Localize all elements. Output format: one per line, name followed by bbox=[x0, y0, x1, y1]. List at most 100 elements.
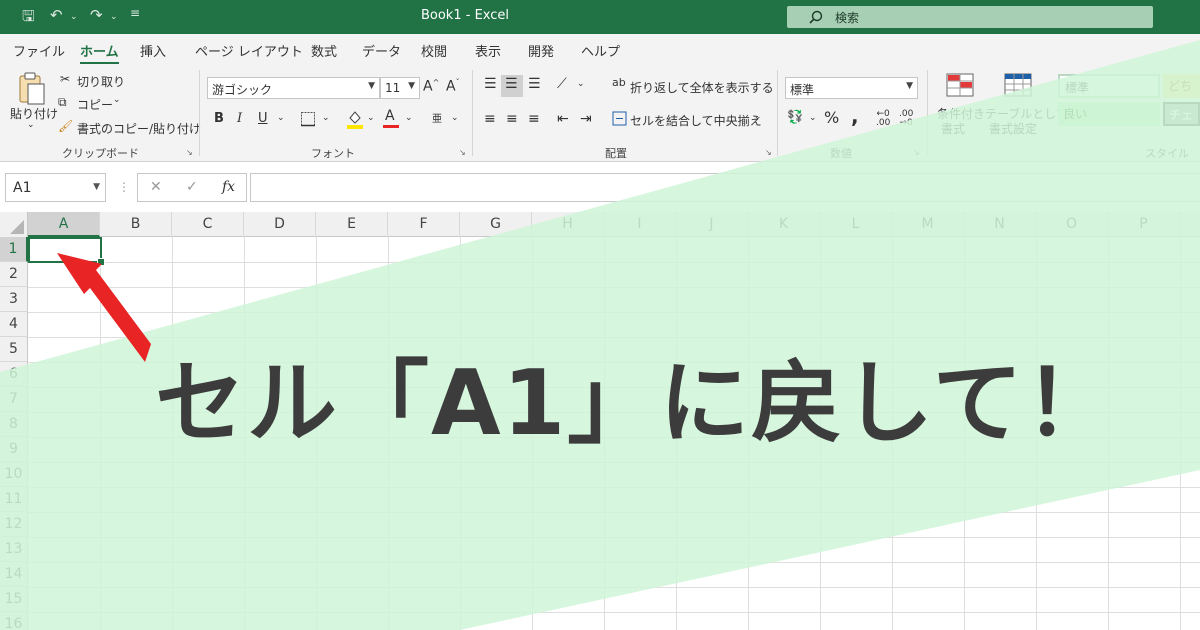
column-header-k[interactable]: K bbox=[748, 212, 820, 237]
paste-dropdown-icon[interactable]: ⌄ bbox=[27, 120, 35, 130]
decrease-indent-icon[interactable]: ⇤ bbox=[557, 111, 569, 127]
tab-file[interactable]: ファイル bbox=[13, 41, 65, 60]
align-left-icon[interactable]: ≡ bbox=[484, 111, 496, 127]
confirm-entry-button[interactable]: ✓ bbox=[186, 179, 198, 195]
fill-color-icon[interactable] bbox=[346, 109, 364, 129]
tab-review[interactable]: 校閲 bbox=[421, 41, 447, 60]
align-center-icon[interactable]: ≡ bbox=[506, 111, 518, 127]
fill-color-dropdown-icon[interactable]: ⌄ bbox=[367, 113, 375, 123]
format-painter-icon[interactable]: 🖌 bbox=[58, 119, 73, 133]
row-header-1[interactable]: 1 bbox=[0, 237, 28, 262]
font-color-dropdown-icon[interactable]: ⌄ bbox=[405, 113, 413, 123]
row-header-6[interactable]: 6 bbox=[0, 362, 28, 387]
column-header-h[interactable]: H bbox=[532, 212, 604, 237]
accounting-format-icon[interactable]: 💱 bbox=[787, 110, 803, 125]
tab-page-layout[interactable]: ページ レイアウト bbox=[195, 41, 303, 60]
clipboard-launcher-icon[interactable]: ↘ bbox=[186, 148, 193, 157]
style-neutral-cell[interactable]: どち bbox=[1163, 74, 1200, 98]
style-check-cell[interactable]: チェ bbox=[1163, 102, 1200, 126]
wrap-text-label[interactable]: 折り返して全体を表示する bbox=[630, 79, 774, 96]
style-normal-cell[interactable]: 標準 bbox=[1058, 74, 1160, 98]
percent-style-button[interactable]: % bbox=[824, 108, 839, 127]
row-header-12[interactable]: 12 bbox=[0, 512, 28, 537]
conditional-formatting-label-2[interactable]: 書式 bbox=[941, 120, 965, 137]
tab-home[interactable]: ホーム bbox=[80, 41, 119, 65]
copy-button-label[interactable]: コピー bbox=[77, 96, 113, 113]
phonetic-dropdown-icon[interactable]: ⌄ bbox=[451, 113, 459, 123]
align-top-icon[interactable]: ☰ bbox=[484, 76, 497, 92]
conditional-formatting-icon[interactable] bbox=[946, 73, 974, 97]
column-header-b[interactable]: B bbox=[100, 212, 172, 237]
column-header-d[interactable]: D bbox=[244, 212, 316, 237]
column-header-i[interactable]: I bbox=[604, 212, 676, 237]
borders-dropdown-icon[interactable]: ⌄ bbox=[322, 113, 330, 123]
active-cell-a1[interactable] bbox=[28, 237, 105, 266]
decrease-font-size-icon[interactable]: Aˇ bbox=[446, 78, 460, 95]
select-all-button[interactable] bbox=[0, 212, 28, 237]
italic-button[interactable]: I bbox=[237, 111, 242, 126]
borders-icon[interactable] bbox=[300, 111, 316, 127]
row-header-16[interactable]: 16 bbox=[0, 612, 28, 630]
column-header-c[interactable]: C bbox=[172, 212, 244, 237]
row-header-13[interactable]: 13 bbox=[0, 537, 28, 562]
column-header-g[interactable]: G bbox=[460, 212, 532, 237]
alignment-launcher-icon[interactable]: ↘ bbox=[765, 148, 772, 157]
style-good-cell[interactable]: 良い bbox=[1058, 102, 1160, 126]
increase-font-size-icon[interactable]: A^ bbox=[423, 78, 439, 95]
merge-dropdown-icon[interactable]: ⌄ bbox=[754, 112, 762, 122]
increase-decimal-icon[interactable]: ←0.00 bbox=[876, 110, 890, 128]
tab-insert[interactable]: 挿入 bbox=[140, 41, 166, 60]
paste-icon[interactable] bbox=[17, 72, 47, 106]
tab-formulas[interactable]: 数式 bbox=[311, 41, 337, 60]
merge-center-label[interactable]: セルを結合して中央揃え bbox=[630, 112, 762, 129]
comma-style-button[interactable]: , bbox=[851, 104, 859, 128]
wrap-text-icon[interactable]: ab bbox=[612, 76, 626, 89]
column-header-f[interactable]: F bbox=[388, 212, 460, 237]
underline-dropdown-icon[interactable]: ⌄ bbox=[277, 113, 285, 123]
format-as-table-icon[interactable] bbox=[1004, 73, 1034, 97]
row-header-15[interactable]: 15 bbox=[0, 587, 28, 612]
formula-input[interactable] bbox=[250, 173, 1200, 202]
font-size-combo[interactable]: 11 ▼ bbox=[380, 77, 420, 99]
tab-view[interactable]: 表示 bbox=[475, 41, 501, 60]
align-middle-icon[interactable]: ☰ bbox=[505, 76, 518, 92]
row-header-7[interactable]: 7 bbox=[0, 387, 28, 412]
insert-function-button[interactable]: fx bbox=[222, 179, 235, 195]
align-right-icon[interactable]: ≡ bbox=[528, 111, 540, 127]
row-header-5[interactable]: 5 bbox=[0, 337, 28, 362]
align-bottom-icon[interactable]: ☰ bbox=[528, 76, 541, 92]
copy-dropdown-icon[interactable]: ⌄ bbox=[113, 95, 121, 105]
tab-developer[interactable]: 開発 bbox=[528, 41, 554, 60]
column-header-p[interactable]: P bbox=[1108, 212, 1180, 237]
merge-center-icon[interactable] bbox=[612, 111, 627, 126]
font-launcher-icon[interactable]: ↘ bbox=[459, 148, 466, 157]
row-header-8[interactable]: 8 bbox=[0, 412, 28, 437]
row-header-3[interactable]: 3 bbox=[0, 287, 28, 312]
row-header-11[interactable]: 11 bbox=[0, 487, 28, 512]
name-box[interactable]: A1 ▼ bbox=[5, 173, 106, 202]
copy-icon[interactable]: ⧉ bbox=[58, 95, 67, 110]
font-name-combo[interactable]: 游ゴシック ▼ bbox=[207, 77, 380, 99]
accounting-dropdown-icon[interactable]: ⌄ bbox=[809, 113, 817, 123]
column-header-n[interactable]: N bbox=[964, 212, 1036, 237]
font-color-icon[interactable]: A bbox=[385, 108, 395, 124]
tab-data[interactable]: データ bbox=[362, 41, 401, 60]
column-header-a[interactable]: A bbox=[28, 212, 100, 237]
search-box[interactable]: 検索 bbox=[787, 6, 1153, 28]
row-header-2[interactable]: 2 bbox=[0, 262, 28, 287]
column-header-m[interactable]: M bbox=[892, 212, 964, 237]
orientation-icon[interactable]: ⟋ bbox=[557, 76, 567, 92]
cancel-entry-button[interactable]: ✕ bbox=[150, 179, 162, 195]
row-header-10[interactable]: 10 bbox=[0, 462, 28, 487]
orientation-dropdown-icon[interactable]: ⌄ bbox=[577, 79, 585, 89]
decrease-decimal-icon[interactable]: .00 →0 bbox=[899, 110, 913, 128]
column-header-j[interactable]: J bbox=[676, 212, 748, 237]
phonetic-guide-icon[interactable]: 亜 bbox=[432, 110, 442, 125]
underline-button[interactable]: U bbox=[258, 111, 268, 126]
tab-help[interactable]: ヘルプ bbox=[581, 41, 620, 60]
column-header-l[interactable]: L bbox=[820, 212, 892, 237]
cut-icon[interactable]: ✂ bbox=[60, 72, 70, 86]
row-header-14[interactable]: 14 bbox=[0, 562, 28, 587]
bold-button[interactable]: B bbox=[214, 111, 224, 126]
increase-indent-icon[interactable]: ⇥ bbox=[580, 111, 592, 127]
